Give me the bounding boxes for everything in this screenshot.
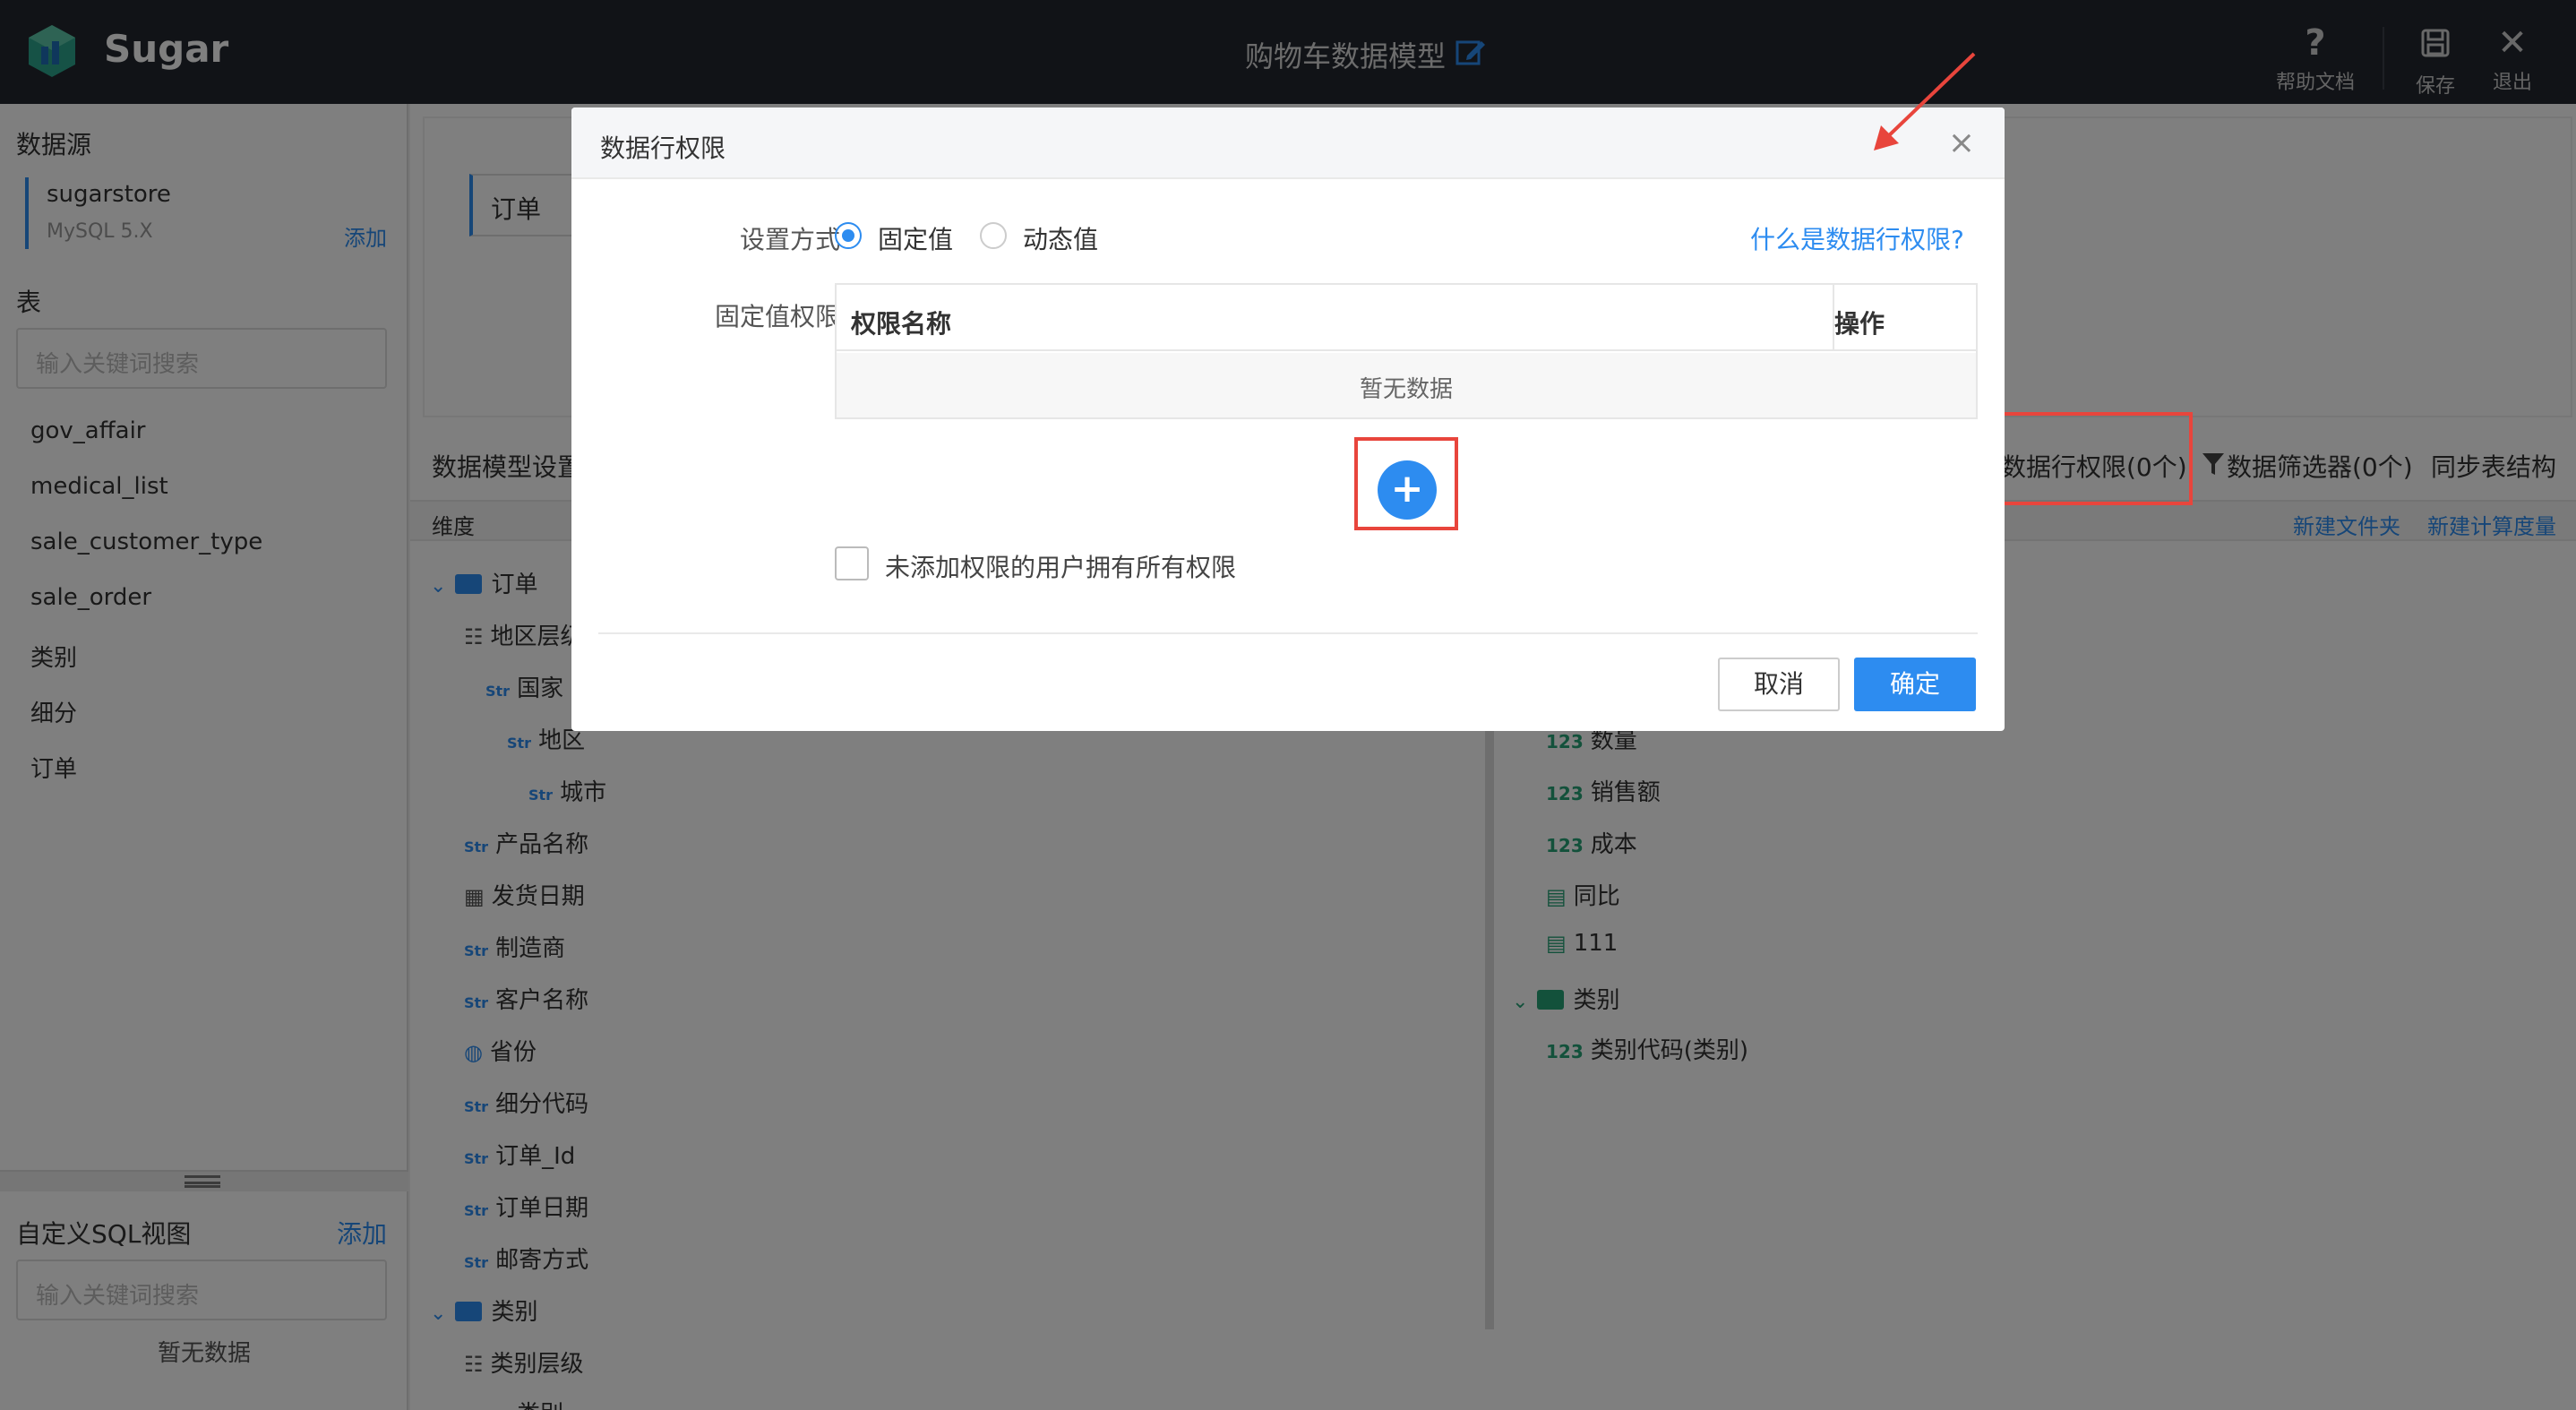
highlight-row-permission: [1985, 412, 2193, 505]
fixed-permission-label: 固定值权限: [714, 302, 840, 331]
radio-dynamic[interactable]: [980, 222, 1007, 249]
permission-empty-text: 暂无数据: [837, 353, 1976, 417]
what-is-row-permission-link[interactable]: 什么是数据行权限?: [1750, 220, 1964, 256]
mode-label: 设置方式: [739, 225, 840, 254]
col-permission-name: 权限名称: [851, 309, 952, 339]
confirm-button[interactable]: 确定: [1854, 658, 1976, 711]
radio-dynamic-label[interactable]: 动态值: [1023, 220, 1098, 256]
row-permission-dialog: 数据行权限 × 设置方式 固定值 动态值 什么是数据行权限? 固定值权限 权限名…: [571, 107, 2005, 731]
permission-table-header: 权限名称 操作: [837, 285, 1976, 351]
highlight-add-button: [1354, 437, 1458, 530]
col-operation: 操作: [1834, 309, 1885, 339]
all-permission-checkbox[interactable]: [835, 546, 869, 580]
arrow-annotation: [1874, 52, 1976, 150]
radio-fixed-label[interactable]: 固定值: [878, 220, 953, 256]
permission-table: 权限名称 操作 暂无数据: [835, 283, 1978, 419]
dialog-title: 数据行权限: [600, 133, 726, 163]
radio-fixed[interactable]: [835, 222, 862, 249]
cancel-button[interactable]: 取消: [1718, 658, 1840, 711]
all-permission-checkbox-label[interactable]: 未添加权限的用户拥有所有权限: [885, 548, 1236, 584]
dialog-divider: [598, 632, 1978, 634]
dialog-header: 数据行权限 ×: [571, 107, 2005, 179]
